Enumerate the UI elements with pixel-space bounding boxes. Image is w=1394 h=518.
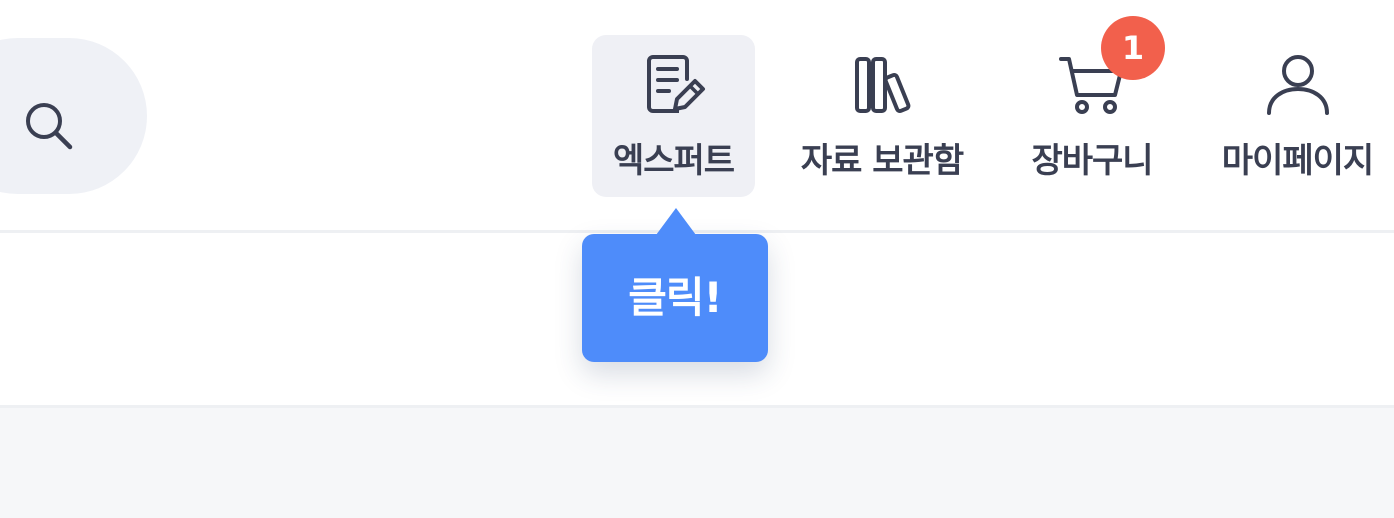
nav-label-expert: 엑스퍼트: [612, 141, 735, 181]
nav-label-library: 자료 보관함: [800, 141, 964, 181]
nav-label-mypage: 마이페이지: [1221, 141, 1374, 181]
nav-label-cart: 장바구니: [1031, 141, 1153, 181]
document-edit-icon: [646, 55, 705, 113]
nav-item-expert[interactable]: 엑스퍼트: [592, 35, 755, 197]
click-tooltip: 클릭!: [582, 208, 768, 362]
cart-count-badge: 1: [1101, 16, 1165, 80]
nav-item-library[interactable]: 자료 보관함: [788, 35, 976, 197]
content-area: [0, 408, 1394, 518]
search-button[interactable]: [0, 38, 147, 194]
nav-item-mypage[interactable]: 마이페이지: [1206, 35, 1389, 197]
search-icon: [26, 103, 73, 150]
top-header: 엑스퍼트 자료 보관함 1 장바구니 마이페이지: [0, 0, 1394, 233]
tooltip-text: 클릭!: [628, 273, 722, 322]
tooltip-arrow: [656, 208, 696, 235]
user-icon: [1266, 55, 1329, 115]
books-icon: [855, 57, 911, 114]
nav-item-cart[interactable]: 1 장바구니: [1018, 16, 1166, 197]
